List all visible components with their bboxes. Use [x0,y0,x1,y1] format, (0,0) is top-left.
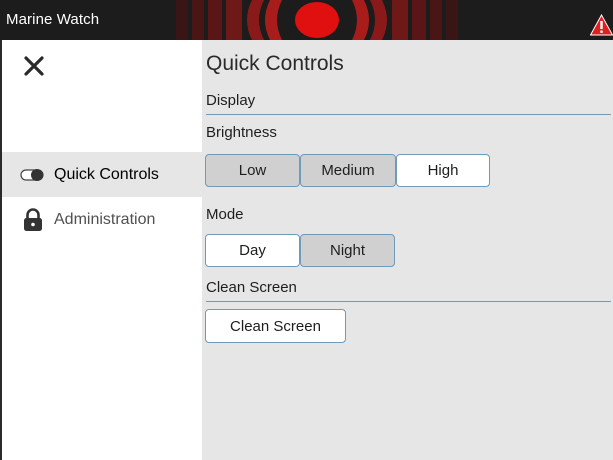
warning-icon[interactable] [590,14,613,36]
alarm-indicator [176,0,458,40]
sidebar-item-administration[interactable]: Administration [2,197,202,242]
sidebar-item-label: Quick Controls [54,165,159,183]
brightness-medium-button[interactable]: Medium [300,154,396,187]
section-header-clean-screen: Clean Screen [206,279,611,302]
brightness-low-button[interactable]: Low [205,154,300,187]
brightness-segmented-control: Low Medium High [205,154,490,187]
brightness-high-button[interactable]: High [396,154,490,187]
mode-segmented-control: Day Night [205,234,395,267]
main-panel: Quick Controls Display Brightness Low Me… [202,40,613,460]
mode-label: Mode [206,206,244,223]
section-header-display: Display [206,92,611,115]
clean-screen-button[interactable]: Clean Screen [205,309,346,343]
page-title: Quick Controls [206,52,344,75]
brightness-label: Brightness [206,124,277,141]
sidebar-item-quick-controls[interactable]: Quick Controls [2,152,202,197]
mode-day-button[interactable]: Day [205,234,300,267]
title-bar: Marine Watch [0,0,613,40]
toggle-icon [20,162,46,188]
mode-night-button[interactable]: Night [300,234,395,267]
lock-icon [20,207,46,233]
close-icon[interactable] [22,54,46,78]
app-title: Marine Watch [6,11,100,28]
sidebar-item-label: Administration [54,210,156,228]
sidebar: Quick Controls Administration [0,40,202,460]
